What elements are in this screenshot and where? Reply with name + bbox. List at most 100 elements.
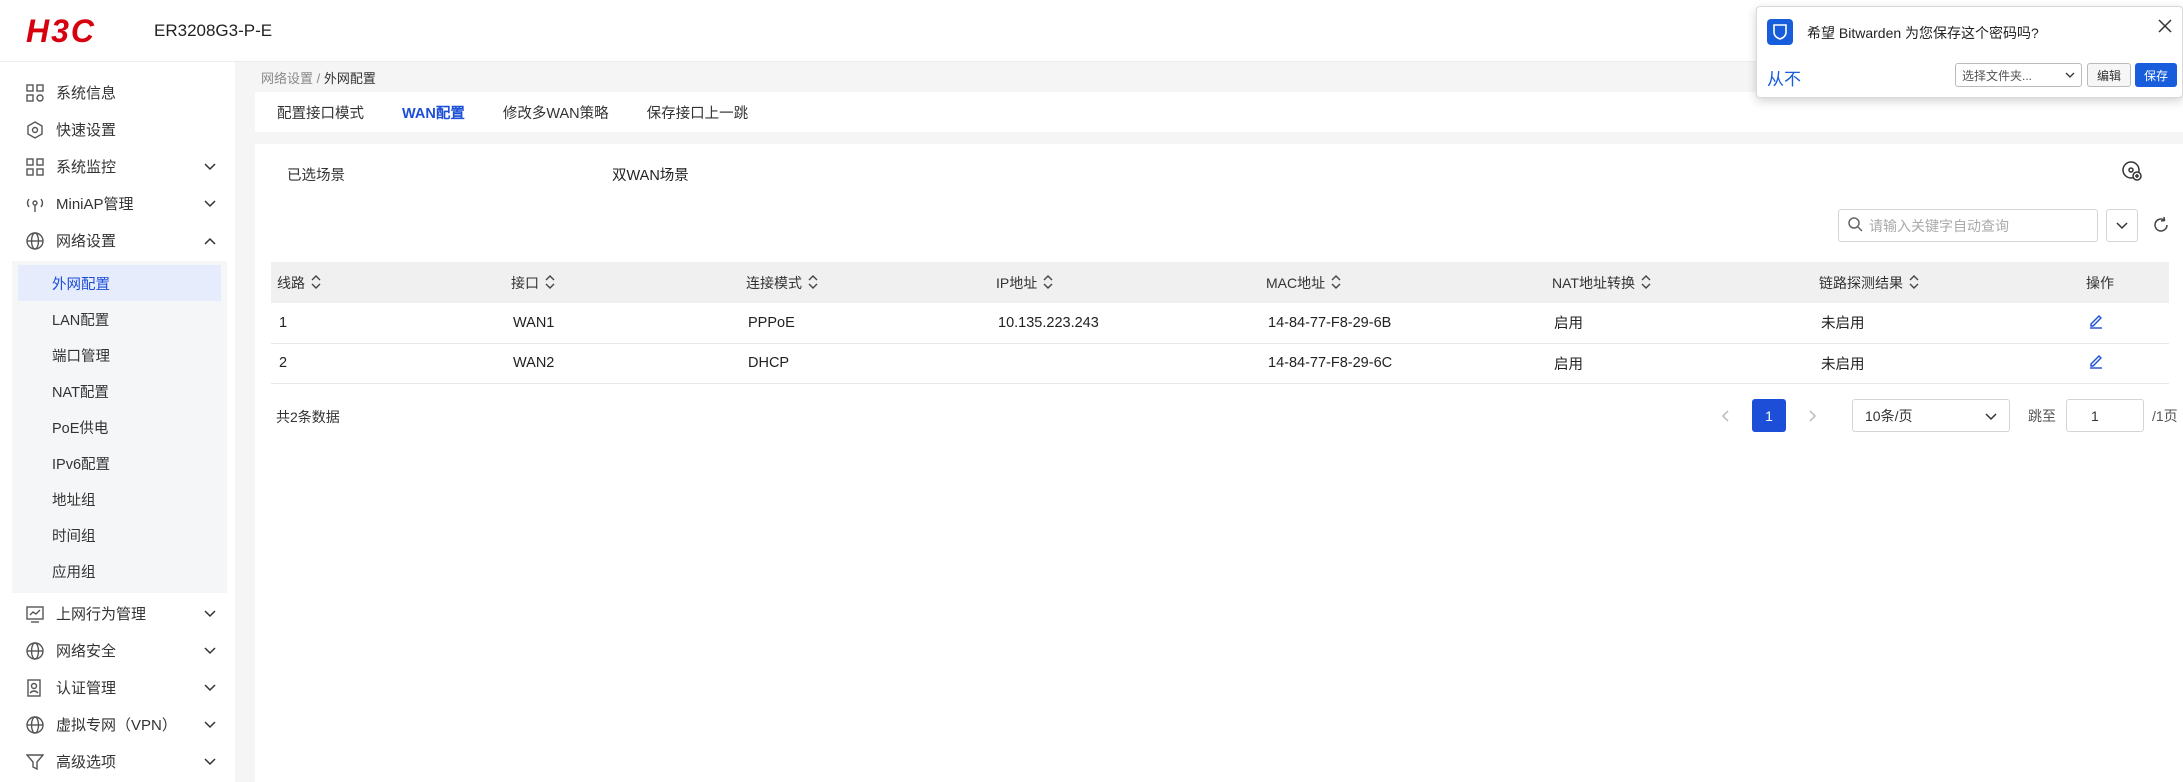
chevron-down-icon: [203, 718, 217, 732]
sidebar-item-network[interactable]: 网络设置: [0, 222, 235, 259]
sidebar-item-monitor[interactable]: 系统监控: [0, 148, 235, 185]
edit-icon[interactable]: [2088, 355, 2104, 373]
folder-select-value: 选择文件夹...: [1962, 68, 2033, 83]
sidebar-item-system-info[interactable]: 系统信息: [0, 74, 235, 111]
cell-nat: 启用: [1546, 343, 1813, 384]
sort-icon[interactable]: [808, 275, 818, 292]
cell-interface: WAN1: [505, 303, 740, 344]
cell-line: 1: [271, 303, 505, 344]
cell-ip: 10.135.223.243: [990, 303, 1260, 344]
submenu-item-port[interactable]: 端口管理: [18, 337, 221, 373]
sidebar-item-behavior[interactable]: 上网行为管理: [0, 595, 235, 632]
col-mac-address[interactable]: MAC地址: [1260, 262, 1546, 303]
folder-select[interactable]: 选择文件夹...: [1955, 63, 2082, 87]
refresh-icon[interactable]: [2152, 216, 2170, 238]
chevron-down-icon: [2116, 217, 2128, 234]
submenu-item-time-group[interactable]: 时间组: [18, 517, 221, 553]
logo-text: H3C: [26, 16, 96, 46]
scene-settings-icon[interactable]: [2121, 160, 2143, 186]
submenu-item-nat[interactable]: NAT配置: [18, 373, 221, 409]
sidebar-item-label: 上网行为管理: [56, 606, 147, 623]
chevron-down-icon: [203, 160, 217, 174]
chevron-down-icon: [2065, 68, 2075, 82]
chevron-down-icon: [203, 755, 217, 769]
submenu-item-app-group[interactable]: 应用组: [18, 553, 221, 589]
edit-icon[interactable]: [2088, 314, 2104, 333]
tab-multi-wan-policy[interactable]: 修改多WAN策略: [503, 102, 609, 123]
submenu-item-address-group[interactable]: 地址组: [18, 481, 221, 517]
tab-wan-config[interactable]: WAN配置: [402, 102, 465, 123]
cell-actions: [2080, 303, 2169, 344]
sidebar-item-security[interactable]: 网络安全: [0, 632, 235, 669]
sidebar-item-label: MiniAP管理: [56, 196, 134, 213]
sidebar-item-label: 认证管理: [56, 680, 117, 697]
sidebar-item-label: 虚拟专网（VPN）: [56, 717, 177, 734]
auth-icon: [24, 677, 46, 699]
col-link-detect[interactable]: 链路探测结果: [1813, 262, 2080, 303]
sidebar-item-label: 高级选项: [56, 754, 117, 771]
close-icon[interactable]: [2158, 19, 2172, 37]
page-size-value: 10条/页: [1865, 407, 1913, 424]
total-count: 共2条数据: [276, 409, 340, 425]
col-ip-address[interactable]: IP地址: [990, 262, 1260, 303]
breadcrumb: 网络设置 / 外网配置: [261, 68, 376, 87]
sidebar-item-label: 网络安全: [56, 643, 117, 660]
submenu-item-poe[interactable]: PoE供电: [18, 409, 221, 445]
monitor-icon: [24, 156, 46, 178]
scene-row: 已选场景 双WAN场景: [255, 144, 2183, 204]
submenu-item-wan[interactable]: 外网配置: [18, 265, 221, 301]
sidebar-item-quick-setup[interactable]: 快速设置: [0, 111, 235, 148]
sidebar: 系统信息 快速设置 系统监控 MiniAP管理 网络设置 外网配置 LAN配置 …: [0, 62, 235, 782]
chevron-down-icon: [203, 197, 217, 211]
sidebar-item-label: 快速设置: [56, 122, 117, 139]
sidebar-item-label: 系统监控: [56, 159, 117, 176]
table-header-row: 线路 接口 连接模式 IP地址 MAC地址 NAT地址转换 链路探测结果 操作: [271, 262, 2169, 303]
sort-icon[interactable]: [1331, 275, 1341, 292]
tab-interface-mode[interactable]: 配置接口模式: [277, 102, 364, 123]
sort-icon[interactable]: [545, 275, 555, 292]
page-size-select[interactable]: 10条/页: [1852, 399, 2010, 432]
submenu-item-lan[interactable]: LAN配置: [18, 301, 221, 337]
sidebar-item-miniap[interactable]: MiniAP管理: [0, 185, 235, 222]
sidebar-item-label: 网络设置: [56, 233, 117, 250]
col-nat[interactable]: NAT地址转换: [1546, 262, 1813, 303]
tab-bar: 配置接口模式 WAN配置 修改多WAN策略 保存接口上一跳: [255, 92, 2183, 132]
sort-icon[interactable]: [1909, 275, 1919, 292]
col-interface[interactable]: 接口: [505, 262, 740, 303]
security-icon: [24, 640, 46, 662]
col-connection-mode[interactable]: 连接模式: [740, 262, 990, 303]
col-line[interactable]: 线路: [271, 262, 505, 303]
search-input[interactable]: [1869, 217, 2079, 234]
search-options-button[interactable]: [2106, 209, 2138, 242]
bitwarden-shield-icon: [1767, 19, 1793, 45]
pagination: 1 10条/页 跳至 1 /1页: [1708, 399, 2178, 432]
tab-save-next-hop[interactable]: 保存接口上一跳: [647, 102, 749, 123]
scene-label: 已选场景: [287, 168, 345, 184]
vpn-icon: [24, 714, 46, 736]
edit-button[interactable]: 编辑: [2087, 63, 2131, 87]
sort-icon[interactable]: [311, 275, 321, 292]
sidebar-item-advanced[interactable]: 高级选项: [0, 743, 235, 780]
submenu-item-ipv6[interactable]: IPv6配置: [18, 445, 221, 481]
chevron-down-icon: [1985, 408, 1997, 424]
h3c-logo: H3C: [26, 16, 138, 46]
network-icon: [24, 230, 46, 252]
cell-mac: 14-84-77-F8-29-6C: [1260, 343, 1546, 384]
sort-icon[interactable]: [1641, 275, 1651, 292]
next-page-icon[interactable]: [1796, 399, 1830, 432]
wan-table: 线路 接口 连接模式 IP地址 MAC地址 NAT地址转换 链路探测结果 操作 …: [271, 262, 2169, 384]
table-row: 1 WAN1 PPPoE 10.135.223.243 14-84-77-F8-…: [271, 303, 2169, 344]
breadcrumb-parent[interactable]: 网络设置: [261, 71, 313, 86]
scene-value: 双WAN场景: [612, 168, 689, 184]
page-number-current[interactable]: 1: [1752, 399, 1786, 432]
never-button[interactable]: 从不: [1767, 65, 1801, 90]
prev-page-icon[interactable]: [1708, 399, 1742, 432]
goto-page-input[interactable]: 1: [2066, 399, 2144, 432]
save-button[interactable]: 保存: [2135, 63, 2177, 87]
sort-icon[interactable]: [1043, 275, 1053, 292]
sidebar-item-auth[interactable]: 认证管理: [0, 669, 235, 706]
sidebar-item-vpn[interactable]: 虚拟专网（VPN）: [0, 706, 235, 743]
network-submenu: 外网配置 LAN配置 端口管理 NAT配置 PoE供电 IPv6配置 地址组 时…: [12, 261, 227, 593]
cell-mode: DHCP: [740, 343, 990, 384]
total-pages: /1页: [2152, 407, 2178, 424]
